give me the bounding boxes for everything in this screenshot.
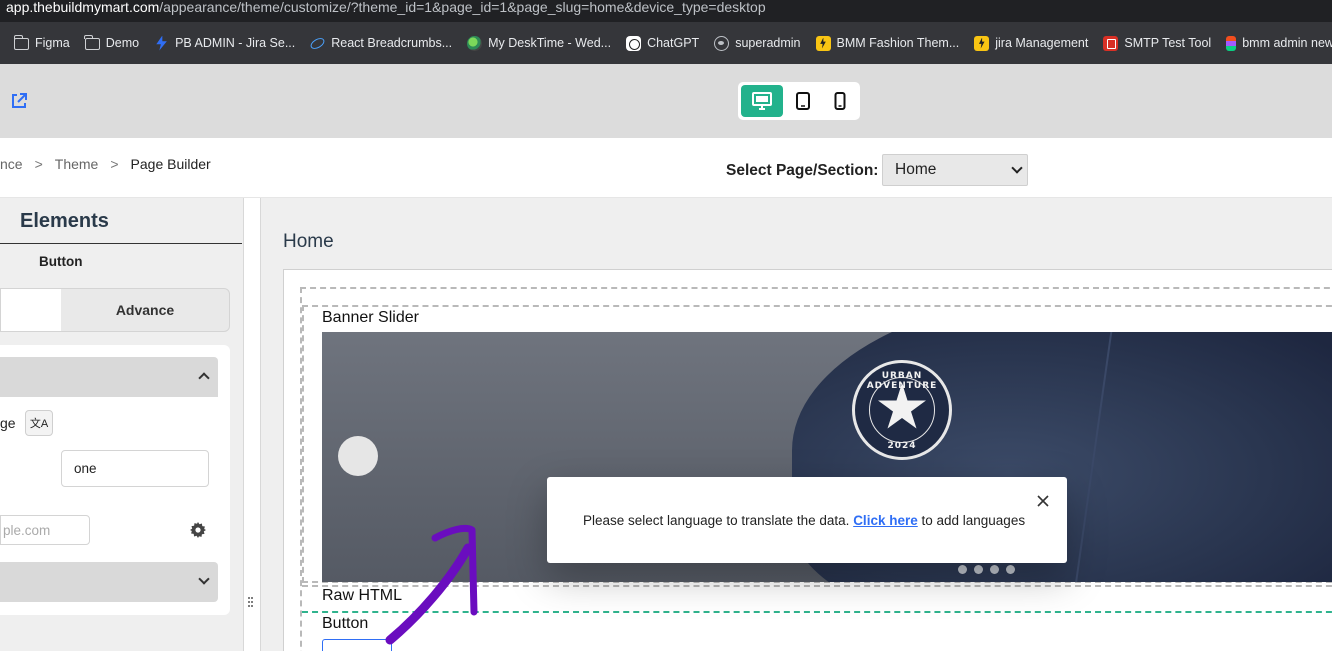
mobile-view-button[interactable] — [822, 85, 857, 117]
badge-text-top: URBAN ADVENTURE — [866, 371, 938, 391]
page-select-value: Home — [895, 161, 937, 178]
language-notice-dialog: Please select language to translate the … — [547, 477, 1067, 563]
bolt-icon — [974, 35, 990, 51]
annotation-arrow-icon — [385, 524, 478, 645]
mobile-icon — [834, 92, 846, 110]
bookmark-label: BMM Fashion Them... — [836, 36, 960, 50]
chevron-down-icon — [1011, 162, 1023, 174]
bookmark-label: superadmin — [735, 36, 801, 50]
breadcrumb-separator: > — [34, 156, 43, 172]
tab-advance[interactable]: Advance — [61, 289, 229, 331]
language-label: ge — [0, 415, 16, 431]
tablet-icon — [795, 92, 810, 110]
smtp-icon — [1103, 35, 1119, 51]
breadcrumb: nce > Theme > Page Builder — [0, 156, 211, 172]
slide-dot[interactable] — [974, 565, 983, 574]
folder-icon — [84, 35, 100, 50]
badge-text-year: 2024 — [887, 441, 917, 451]
breadcrumb-item-appearance[interactable]: nce — [0, 156, 23, 172]
bookmark-label: Figma — [35, 36, 70, 50]
desktop-icon — [752, 92, 773, 110]
page-section-select[interactable]: Home — [882, 154, 1028, 186]
bookmark-jira-management[interactable]: jira Management — [974, 35, 1089, 51]
page-title: Home — [283, 231, 334, 252]
bookmark-label: Demo — [105, 36, 140, 50]
chatgpt-icon — [626, 35, 642, 51]
browser-url-bar[interactable]: app.thebuildmymart.com/appearance/theme/… — [0, 0, 1332, 22]
slider-pagination — [958, 565, 1015, 574]
desktime-icon — [467, 35, 483, 51]
url-host: app.thebuildmymart.com — [6, 0, 160, 15]
accordion-header-content[interactable] — [0, 357, 218, 397]
bookmark-smtp-test[interactable]: SMTP Test Tool — [1103, 35, 1212, 51]
section-label-banner: Banner Slider — [322, 309, 419, 326]
element-name: Button — [39, 254, 83, 269]
bookmark-superadmin[interactable]: superadmin — [714, 35, 801, 51]
settings-tabs: Advance — [0, 288, 230, 332]
slide-dot[interactable] — [958, 565, 967, 574]
jira-icon — [156, 35, 167, 51]
button-text-input[interactable]: one — [61, 450, 209, 487]
section-label-button: Button — [322, 615, 369, 632]
close-icon[interactable] — [1037, 495, 1049, 507]
elements-panel: Elements Button Advance ge 文A one ple.co… — [0, 198, 244, 651]
panel-title: Elements — [20, 210, 109, 232]
add-languages-link[interactable]: Click here — [853, 513, 918, 528]
react-icon — [309, 35, 327, 51]
bookmark-label: bmm admin new -... — [1242, 36, 1332, 50]
cap-badge-logo: URBAN ADVENTURE 2024 — [852, 360, 952, 460]
slider-prev-button[interactable] — [338, 436, 378, 476]
tab-general[interactable] — [1, 289, 61, 331]
external-link-icon[interactable] — [10, 92, 28, 110]
language-notice-message: Please select language to translate the … — [583, 513, 1025, 528]
builder-header — [0, 64, 1332, 138]
folder-icon — [13, 35, 29, 50]
globe-icon — [714, 35, 730, 51]
bookmark-pb-admin[interactable]: PB ADMIN - Jira Se... — [154, 35, 296, 51]
bookmark-demo[interactable]: Demo — [84, 35, 140, 50]
breadcrumb-separator: > — [110, 156, 119, 172]
translate-icon: 文A — [29, 418, 49, 430]
notice-text: Please select language to translate the … — [583, 513, 854, 528]
panel-divider — [0, 243, 242, 244]
page-select-label: Select Page/Section: — [726, 162, 879, 179]
bookmark-label: ChatGPT — [647, 36, 700, 50]
bolt-icon — [815, 35, 831, 51]
gear-icon[interactable] — [190, 522, 206, 538]
desktop-view-button[interactable] — [741, 85, 784, 117]
translate-button[interactable]: 文A — [25, 410, 53, 436]
accordion-header-style[interactable] — [0, 562, 218, 602]
tablet-view-button[interactable] — [785, 85, 820, 117]
bookmarks-bar: Figma Demo PB ADMIN - Jira Se... React B… — [0, 22, 1332, 64]
device-toggle-group — [738, 82, 860, 120]
bookmark-desktime[interactable]: My DeskTime - Wed... — [467, 35, 612, 51]
slide-dot[interactable] — [990, 565, 999, 574]
bookmark-chatgpt[interactable]: ChatGPT — [626, 35, 700, 51]
url-path: /appearance/theme/customize/?theme_id=1&… — [159, 0, 766, 15]
bookmark-label: jira Management — [995, 36, 1089, 50]
bookmark-label: React Breadcrumbs... — [331, 36, 453, 50]
breadcrumb-item-theme[interactable]: Theme — [55, 156, 99, 172]
breadcrumb-item-page-builder: Page Builder — [130, 156, 211, 172]
chevron-up-icon — [198, 372, 210, 384]
bookmark-label: My DeskTime - Wed... — [488, 36, 612, 50]
bookmark-label: PB ADMIN - Jira Se... — [175, 36, 296, 50]
chevron-down-icon — [198, 573, 210, 585]
bookmark-figma[interactable]: Figma — [13, 35, 70, 50]
bookmark-bmm-admin[interactable]: bmm admin new -... — [1226, 35, 1332, 51]
notice-text-end: to add languages — [917, 513, 1026, 528]
bookmark-bmm-fashion[interactable]: BMM Fashion Them... — [815, 35, 960, 51]
settings-card: ge 文A one ple.com — [0, 345, 230, 615]
breadcrumb-bar: nce > Theme > Page Builder Select Page/S… — [0, 138, 1332, 198]
button-url-input[interactable]: ple.com — [0, 515, 90, 545]
bookmark-label: SMTP Test Tool — [1124, 36, 1212, 50]
slide-dot[interactable] — [1006, 565, 1015, 574]
figma-icon — [1226, 35, 1237, 51]
bookmark-react-breadcrumbs[interactable]: React Breadcrumbs... — [309, 35, 453, 51]
panel-resize-handle[interactable] — [248, 597, 254, 609]
